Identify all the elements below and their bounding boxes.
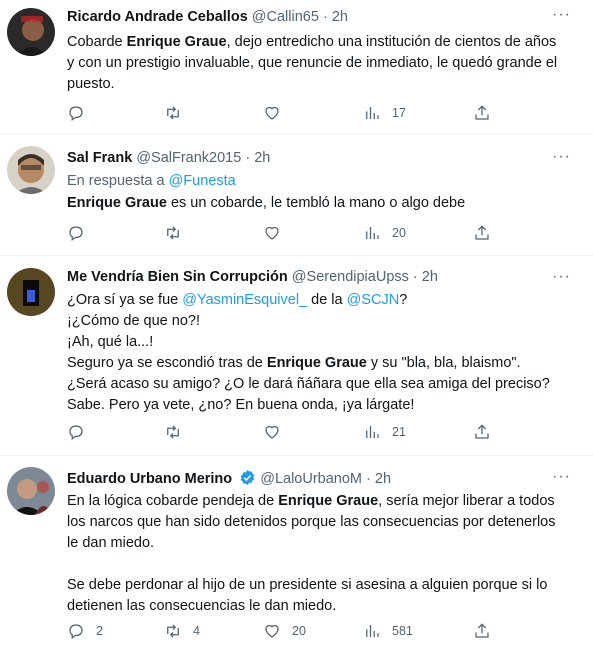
- views-count: 581: [392, 624, 413, 638]
- views-icon: [366, 426, 379, 438]
- reply-icon: [69, 226, 83, 242]
- tweet-header: Eduardo Urbano Merino @LaloUrbanoM · 2h: [67, 469, 391, 489]
- tweet-text: Cobarde Enrique Graue, dejo entredicho u…: [67, 34, 558, 92]
- tweet[interactable]: Ricardo Andrade Ceballos @Callin65 · 2h …: [0, 0, 593, 134]
- heart-icon: [265, 106, 279, 120]
- tweet-text: ¿Ora sí ya se fue @YasminEsquivel_ de la…: [67, 292, 550, 413]
- share-button[interactable]: [473, 104, 491, 122]
- retweet-button[interactable]: [164, 423, 182, 441]
- tweet-header: Sal Frank @SalFrank2015 · 2h: [67, 149, 270, 168]
- like-count: 20: [292, 624, 306, 638]
- views-button[interactable]: 581: [363, 622, 413, 640]
- share-button[interactable]: [473, 423, 491, 441]
- reply-icon: [69, 106, 83, 122]
- retweet-icon: [167, 425, 179, 439]
- user-name[interactable]: Me Vendría Bien Sin Corrupción: [67, 269, 288, 285]
- tweet[interactable]: Eduardo Urbano Merino @LaloUrbanoM · 2h …: [0, 456, 593, 645]
- heart-icon: [265, 624, 279, 638]
- retweet-icon: [167, 226, 179, 240]
- views-button[interactable]: 20: [363, 224, 406, 242]
- share-icon: [475, 424, 489, 439]
- tweet-text: En la lógica cobarde pendeja de Enrique …: [67, 493, 556, 614]
- views-count: 21: [392, 425, 406, 439]
- user-name[interactable]: Ricardo Andrade Ceballos: [67, 9, 248, 25]
- more-options-icon[interactable]: ···: [552, 469, 571, 485]
- views-icon: [366, 625, 379, 637]
- retweet-count: 4: [193, 624, 200, 638]
- tweet[interactable]: Sal Frank @SalFrank2015 · 2h ··· En resp…: [0, 134, 593, 256]
- timestamp[interactable]: 2h: [254, 150, 270, 166]
- tweet-header: Me Vendría Bien Sin Corrupción @Serendip…: [67, 268, 438, 287]
- share-icon: [475, 623, 489, 638]
- views-button[interactable]: 21: [363, 423, 406, 441]
- reply-button[interactable]: [67, 104, 85, 122]
- views-icon: [366, 227, 379, 239]
- bold-text: Enrique Graue: [266, 355, 367, 371]
- user-handle[interactable]: @LaloUrbanoM: [260, 471, 362, 487]
- tweet[interactable]: Me Vendría Bien Sin Corrupción @Serendip…: [0, 256, 593, 456]
- action-bar: 21: [67, 423, 507, 443]
- avatar[interactable]: [7, 146, 55, 194]
- more-options-icon[interactable]: ···: [552, 149, 571, 165]
- like-button[interactable]: [263, 224, 281, 242]
- separator-dot: ·: [366, 471, 371, 487]
- user-name[interactable]: Sal Frank: [67, 150, 132, 166]
- avatar[interactable]: [7, 8, 55, 56]
- verified-badge-icon: [240, 470, 255, 485]
- action-bar: 20: [67, 224, 507, 244]
- avatar[interactable]: [7, 467, 55, 515]
- more-options-icon[interactable]: ···: [552, 7, 571, 23]
- user-handle[interactable]: @Callin65: [252, 9, 319, 25]
- separator-dot: ·: [322, 9, 328, 25]
- reply-icon: [69, 425, 83, 441]
- heart-icon: [265, 425, 279, 439]
- heart-icon: [265, 226, 279, 240]
- action-bar: 2 4 20 581: [67, 622, 507, 642]
- mention-link[interactable]: @Funesta: [169, 173, 236, 189]
- share-button[interactable]: [473, 622, 491, 640]
- user-handle[interactable]: @SerendipiaUpss: [292, 269, 409, 285]
- views-icon: [366, 107, 379, 119]
- share-icon: [475, 105, 489, 120]
- reply-button[interactable]: 2: [67, 622, 103, 640]
- share-icon: [475, 225, 489, 240]
- separator-dot: ·: [245, 150, 251, 166]
- timestamp[interactable]: 2h: [375, 471, 391, 487]
- like-button[interactable]: [263, 104, 281, 122]
- views-count: 20: [392, 226, 406, 240]
- reply-button[interactable]: [67, 224, 85, 242]
- reply-count: 2: [96, 624, 103, 638]
- reply-context: En respuesta a @Funesta: [67, 173, 236, 189]
- retweet-button[interactable]: [164, 104, 182, 122]
- separator-dot: ·: [412, 269, 418, 285]
- views-button[interactable]: 17: [363, 104, 406, 122]
- bold-text: Enrique Graue: [278, 493, 379, 509]
- timestamp[interactable]: 2h: [332, 9, 348, 25]
- bold-text: Enrique Graue: [126, 34, 227, 50]
- like-button[interactable]: 20: [263, 622, 306, 640]
- avatar[interactable]: [7, 268, 55, 316]
- reply-button[interactable]: [67, 423, 85, 441]
- mention-link[interactable]: @YasminEsquivel_: [182, 292, 307, 308]
- tweet-text: En respuesta a @Funesta Enrique Graue es…: [67, 170, 559, 214]
- action-bar: 17: [67, 104, 507, 124]
- retweet-icon: [167, 624, 179, 638]
- views-count: 17: [392, 106, 406, 120]
- like-button[interactable]: [263, 423, 281, 441]
- mention-link[interactable]: @SCJN: [347, 292, 400, 308]
- reply-icon: [69, 624, 83, 640]
- more-options-icon[interactable]: ···: [552, 269, 571, 285]
- retweet-icon: [167, 106, 179, 120]
- user-name[interactable]: Eduardo Urbano Merino: [67, 471, 232, 487]
- retweet-button[interactable]: 4: [164, 622, 200, 640]
- retweet-button[interactable]: [164, 224, 182, 242]
- tweet-header: Ricardo Andrade Ceballos @Callin65 · 2h: [67, 8, 348, 27]
- user-handle[interactable]: @SalFrank2015: [136, 150, 241, 166]
- timestamp[interactable]: 2h: [422, 269, 438, 285]
- share-button[interactable]: [473, 224, 491, 242]
- bold-text: Enrique Graue: [67, 195, 167, 211]
